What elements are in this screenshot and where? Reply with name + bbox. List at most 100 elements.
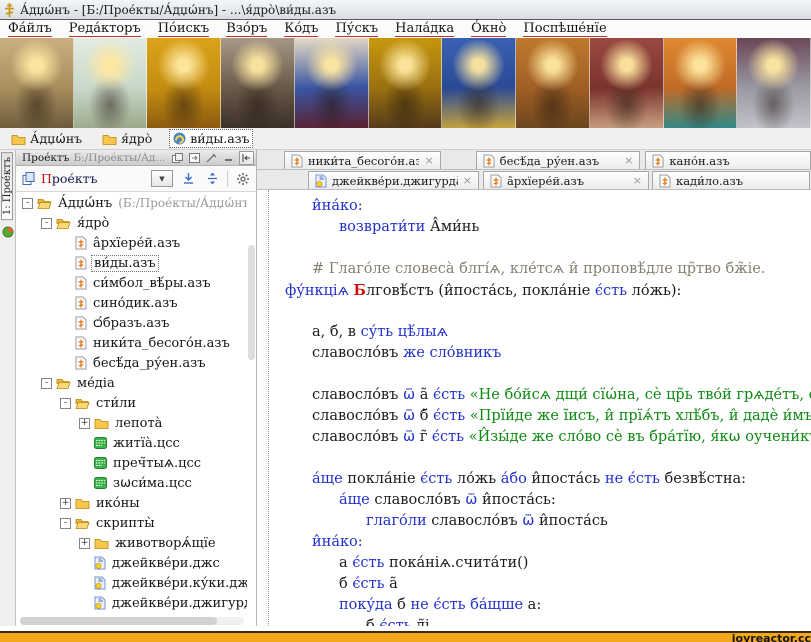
project-panel: Прое́ктъ Б:/Прое́кты/А́д... Прое́ктъ ▼ [16, 150, 257, 626]
tree-item[interactable]: преч̃тыѧ.цсс [16, 453, 247, 473]
icon-strip [0, 38, 811, 128]
indent [285, 209, 312, 210]
expander-expand-icon[interactable]: + [79, 418, 90, 429]
expander-collapse-icon[interactable]: - [60, 398, 71, 409]
code-token: ѿ [403, 429, 415, 445]
collapse-left-button[interactable] [239, 151, 254, 165]
tree-item[interactable]: -скрипты̀ [16, 513, 247, 533]
float-window-button[interactable] [171, 152, 184, 164]
code-token: а [339, 555, 352, 571]
gear-icon[interactable] [234, 171, 252, 187]
az-icon [659, 174, 671, 188]
code-token: # Глаго́ле словеса̀ блгі́ѧ, кле́тсѧ и̂ п… [312, 261, 765, 277]
tree-item[interactable]: а̂рхїере́й.азъ [16, 233, 247, 253]
menu-item[interactable]: Пу́скъ [335, 22, 378, 37]
code-token: а́ще [339, 492, 370, 508]
editor-tab[interactable]: кади́ло.азъ [652, 171, 810, 189]
breadcrumb-label: я́дро̀ [121, 131, 152, 146]
tree-item-label: джейкве́ри.джигурда̀.джс [110, 596, 247, 611]
tree-horizontal-scrollbar[interactable] [20, 617, 244, 625]
tab-close-icon[interactable]: × [463, 174, 472, 187]
menu-item[interactable]: Нала́дка [395, 22, 454, 37]
code-token: славосло́въ [312, 429, 403, 445]
breadcrumb-item[interactable]: А́дџѡ́нъ [8, 130, 85, 147]
menu-item[interactable]: По́искъ [158, 22, 210, 37]
editor-tab[interactable]: джейкве́ри.джигурда̀.джс× [308, 171, 479, 189]
code-content: и̂на́ко:возврати́ти А̂ми́нь # Глаго́ле с… [269, 192, 811, 626]
expander-collapse-icon[interactable]: - [41, 378, 52, 389]
code-token: «И̂зы́де же сло́во сѐ въ бра́тїю, я́кѡ о… [464, 429, 811, 445]
az-icon [490, 174, 502, 188]
expander-expand-icon[interactable]: + [79, 538, 90, 549]
breadcrumb-item[interactable]: ви́ды.азъ [169, 129, 253, 148]
tree-item[interactable]: + лепота̀ [16, 413, 247, 433]
tree-item[interactable]: - ме́діа [16, 373, 247, 393]
menu-item[interactable]: Реда́кторъ [69, 22, 141, 37]
editor-tab[interactable]: ники́та_бесого́н.азъ× [284, 151, 441, 169]
tree-item[interactable]: ники́та_бесого́н.азъ [16, 333, 247, 353]
code-token: а̃ [415, 387, 433, 403]
tree-item[interactable]: -А́дџѡ́нъ (Б:/Прое́кты/А́дџѡ́нъ) [16, 193, 247, 213]
code-token: и̂на́ко: [312, 534, 363, 550]
panel-path: Б:/Прое́кты/А́д... [73, 152, 167, 164]
tab-close-icon[interactable]: × [633, 174, 642, 187]
tree-item-label: ме́діа [75, 376, 117, 391]
tree-item[interactable]: си́мбол_вѣ́ры.азъ [16, 273, 247, 293]
project-panel-header: Прое́ктъ Б:/Прое́кты/А́д... [16, 150, 256, 166]
tree-item-label: ико́ны [94, 496, 142, 511]
scope-dropdown[interactable]: ▼ [151, 170, 173, 187]
tree-item[interactable]: сино́дик.азъ [16, 293, 247, 313]
collapse-all-button[interactable] [203, 171, 221, 187]
project-stripe-tab[interactable]: 1: Прое́ктъ [1, 152, 13, 220]
code-token: славосло́въ [312, 345, 403, 361]
tree-item[interactable]: ви́ды.азъ [16, 253, 247, 273]
menu-item[interactable]: Ко́дъ [284, 22, 318, 37]
code-token: а: [523, 597, 541, 613]
menu-item[interactable]: О́кно̀ [471, 22, 506, 37]
code-token: є́сть [433, 387, 465, 403]
tree-item[interactable]: джейкве́ри.джигурда̀.джс [16, 593, 247, 613]
menu-item[interactable]: Фа́йлъ [8, 22, 52, 37]
tree-item[interactable]: джейкве́ри.джс [16, 553, 247, 573]
code-editor[interactable]: и̂на́ко:возврати́ти А̂ми́нь # Глаго́ле с… [257, 190, 811, 626]
tree-item[interactable]: бж̃тве́нный.джс [16, 613, 247, 616]
expand-all-button[interactable] [179, 171, 197, 187]
az-icon [291, 154, 303, 168]
menu-item[interactable]: Взо́ръ [226, 22, 267, 37]
expander-collapse-icon[interactable]: - [60, 518, 71, 529]
editor-tab[interactable]: а̂рхїере́й.азъ× [483, 171, 649, 189]
icon-pantocrator [369, 38, 443, 128]
code-line: а́ще покла́ніе є́сть ло́жь а́бо и̂поста́… [285, 469, 811, 490]
js-icon [94, 576, 106, 590]
expander-collapse-icon[interactable]: - [22, 198, 33, 209]
tree-item[interactable]: зѡси́ма.цсс [16, 473, 247, 493]
tree-vertical-scrollbar[interactable] [248, 245, 255, 360]
code-gutter [257, 190, 269, 626]
dock-window-button[interactable] [188, 152, 201, 164]
breadcrumb-item[interactable]: я́дро̀ [99, 130, 155, 147]
tree-item[interactable]: джейкве́ри.ку́ки.джс [16, 573, 247, 593]
code-token: пока́ніѧ.счита́ти() [384, 555, 528, 571]
tree-item[interactable]: житїа̀.цсс [16, 433, 247, 453]
folder-icon [94, 537, 109, 549]
editor-tab[interactable]: кано́н.азъ [645, 151, 811, 169]
editor-tab[interactable]: бесѣ́да_ру́ен.азъ× [476, 151, 641, 169]
tree-item-label: лепота̀ [113, 416, 164, 431]
tree-item[interactable]: -я́дро̀ [16, 213, 247, 233]
tree-item[interactable]: -сти́ли [16, 393, 247, 413]
tree-item[interactable]: + ико́ны [16, 493, 247, 513]
changes-icon[interactable] [1, 226, 14, 238]
tab-close-icon[interactable]: × [624, 154, 633, 167]
hide-panel-button[interactable] [222, 152, 235, 164]
project-scope-label[interactable]: Прое́ктъ [41, 171, 98, 186]
expander-collapse-icon[interactable]: - [41, 218, 52, 229]
panel-settings-button[interactable] [205, 152, 218, 164]
menu-item[interactable]: Поспѣше́нїе [523, 22, 606, 37]
tab-close-icon[interactable]: × [424, 154, 433, 167]
expander-expand-icon[interactable]: + [60, 498, 71, 509]
tree-item[interactable]: ѻ́бразъ.азъ [16, 313, 247, 333]
tree-item[interactable]: +животворѧ́щїе [16, 533, 247, 553]
breadcrumb: А́дџѡ́нъ я́дро̀ ви́ды.азъ [0, 128, 811, 150]
az-icon [75, 276, 87, 290]
tree-item[interactable]: бесѣ́да_ру́ен.азъ [16, 353, 247, 373]
